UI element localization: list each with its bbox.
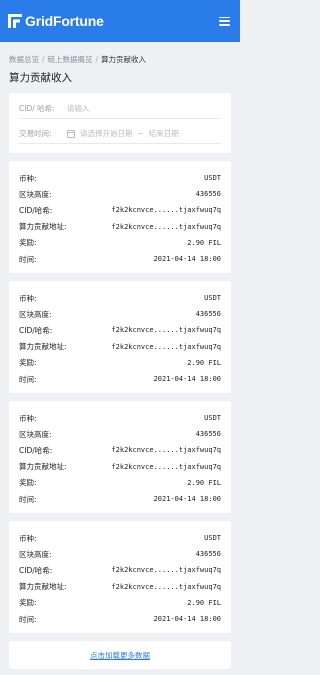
address-label: 算力贡献地址: bbox=[19, 462, 67, 472]
block-height-value: 436556 bbox=[195, 190, 221, 199]
time-filter-row: 交易时间: 请选择开始日期 ~ 结束日期 bbox=[19, 124, 221, 144]
record-card: 币种: USDT 区块高度: 436556 CID/哈希: f2k2kcnvce...… bbox=[9, 521, 231, 633]
address-value[interactable]: f2k2kcnvce......tjaxfwuq7q bbox=[111, 583, 221, 591]
currency-value: USDT bbox=[204, 414, 221, 423]
time-label: 时间: bbox=[19, 254, 37, 264]
currency-label: 币种: bbox=[19, 173, 37, 183]
time-value: 2021-04-14 18:00 bbox=[153, 615, 221, 624]
block-height-label: 区块高度: bbox=[19, 189, 52, 199]
currency-label: 币种: bbox=[19, 413, 37, 423]
brand-name: GridFortune bbox=[25, 13, 104, 29]
end-date-input[interactable]: 结束日期 bbox=[149, 128, 179, 139]
breadcrumb-item-overview[interactable]: 数据总览 bbox=[9, 54, 39, 65]
top-bar: GridFortune bbox=[0, 0, 240, 42]
block-height-label: 区块高度: bbox=[19, 549, 52, 559]
reward-label: 奖励: bbox=[19, 598, 37, 608]
cid-value[interactable]: f2k2kcnvce......tjaxfwuq7q bbox=[111, 446, 221, 454]
cid-label: CID/哈希: bbox=[19, 325, 53, 335]
address-label: 算力贡献地址: bbox=[19, 222, 67, 232]
cid-value[interactable]: f2k2kcnvce......tjaxfwuq7q bbox=[111, 566, 221, 574]
address-value[interactable]: f2k2kcnvce......tjaxfwuq7q bbox=[111, 463, 221, 471]
page-title: 算力贡献收入 bbox=[9, 72, 72, 84]
calendar-icon bbox=[67, 129, 75, 138]
breadcrumb-current: 算力贡献收入 bbox=[101, 54, 147, 64]
cid-search-input[interactable]: 请输入 bbox=[67, 103, 221, 114]
reward-value: 2.90 FIL bbox=[187, 598, 221, 607]
breadcrumb-item-chain-data[interactable]: 链上数据概览 bbox=[48, 54, 93, 65]
cid-value[interactable]: f2k2kcnvce......tjaxfwuq7q bbox=[111, 326, 221, 334]
records-list: 币种: USDT 区块高度: 436556 CID/哈希: f2k2kcnvce...… bbox=[9, 161, 231, 633]
hamburger-menu-icon[interactable] bbox=[219, 16, 230, 26]
time-value: 2021-04-14 18:00 bbox=[153, 375, 221, 384]
cid-filter-label: CID/ 哈希: bbox=[19, 104, 55, 113]
time-label: 时间: bbox=[19, 614, 37, 624]
reward-label: 奖励: bbox=[19, 358, 37, 368]
address-value[interactable]: f2k2kcnvce......tjaxfwuq7q bbox=[111, 223, 221, 231]
time-value: 2021-04-14 18:00 bbox=[153, 255, 221, 264]
time-label: 时间: bbox=[19, 494, 37, 504]
address-label: 算力贡献地址: bbox=[19, 582, 67, 592]
currency-value: USDT bbox=[204, 174, 221, 183]
gridfortune-logo-icon bbox=[8, 14, 22, 28]
currency-label: 币种: bbox=[19, 293, 37, 303]
load-more-link[interactable]: 点击加载更多数据 bbox=[90, 650, 150, 661]
block-height-value: 436556 bbox=[195, 310, 221, 319]
reward-value: 2.90 FIL bbox=[187, 478, 221, 487]
cid-label: CID/哈希: bbox=[19, 565, 53, 575]
breadcrumb-separator: / bbox=[95, 54, 99, 64]
address-label: 算力贡献地址: bbox=[19, 342, 67, 352]
cid-value[interactable]: f2k2kcnvce......tjaxfwuq7q bbox=[111, 206, 221, 214]
cid-label: CID/哈希: bbox=[19, 205, 53, 215]
load-more-panel: 点击加载更多数据 bbox=[9, 641, 231, 669]
currency-label: 币种: bbox=[19, 533, 37, 543]
reward-label: 奖励: bbox=[19, 238, 37, 248]
reward-label: 奖励: bbox=[19, 478, 37, 488]
address-value[interactable]: f2k2kcnvce......tjaxfwuq7q bbox=[111, 343, 221, 351]
date-range-separator: ~ bbox=[137, 129, 144, 138]
block-height-value: 436556 bbox=[195, 430, 221, 439]
breadcrumb: 数据总览 / 链上数据概览 / 算力贡献收入 bbox=[0, 42, 240, 64]
reward-value: 2.90 FIL bbox=[187, 358, 221, 367]
cid-label: CID/哈希: bbox=[19, 445, 53, 455]
block-height-value: 436556 bbox=[195, 550, 221, 559]
time-filter-label: 交易时间: bbox=[19, 129, 52, 138]
brand-logo[interactable]: GridFortune bbox=[8, 13, 104, 29]
block-height-label: 区块高度: bbox=[19, 309, 52, 319]
time-value: 2021-04-14 18:00 bbox=[153, 495, 221, 504]
block-height-label: 区块高度: bbox=[19, 429, 52, 439]
filter-panel: CID/ 哈希: 请输入 交易时间: 请选择开始日期 ~ 结束日期 bbox=[9, 93, 231, 153]
currency-value: USDT bbox=[204, 294, 221, 303]
time-label: 时间: bbox=[19, 374, 37, 384]
start-date-input[interactable]: 请选择开始日期 bbox=[80, 128, 133, 139]
record-card: 币种: USDT 区块高度: 436556 CID/哈希: f2k2kcnvce...… bbox=[9, 161, 231, 273]
cid-filter-row: CID/ 哈希: 请输入 bbox=[19, 99, 221, 119]
record-card: 币种: USDT 区块高度: 436556 CID/哈希: f2k2kcnvce...… bbox=[9, 401, 231, 513]
date-range-picker[interactable]: 请选择开始日期 ~ 结束日期 bbox=[67, 128, 221, 139]
breadcrumb-separator: / bbox=[42, 54, 45, 64]
reward-value: 2.90 FIL bbox=[187, 238, 221, 247]
currency-value: USDT bbox=[204, 534, 221, 543]
record-card: 币种: USDT 区块高度: 436556 CID/哈希: f2k2kcnvce...… bbox=[9, 281, 231, 393]
